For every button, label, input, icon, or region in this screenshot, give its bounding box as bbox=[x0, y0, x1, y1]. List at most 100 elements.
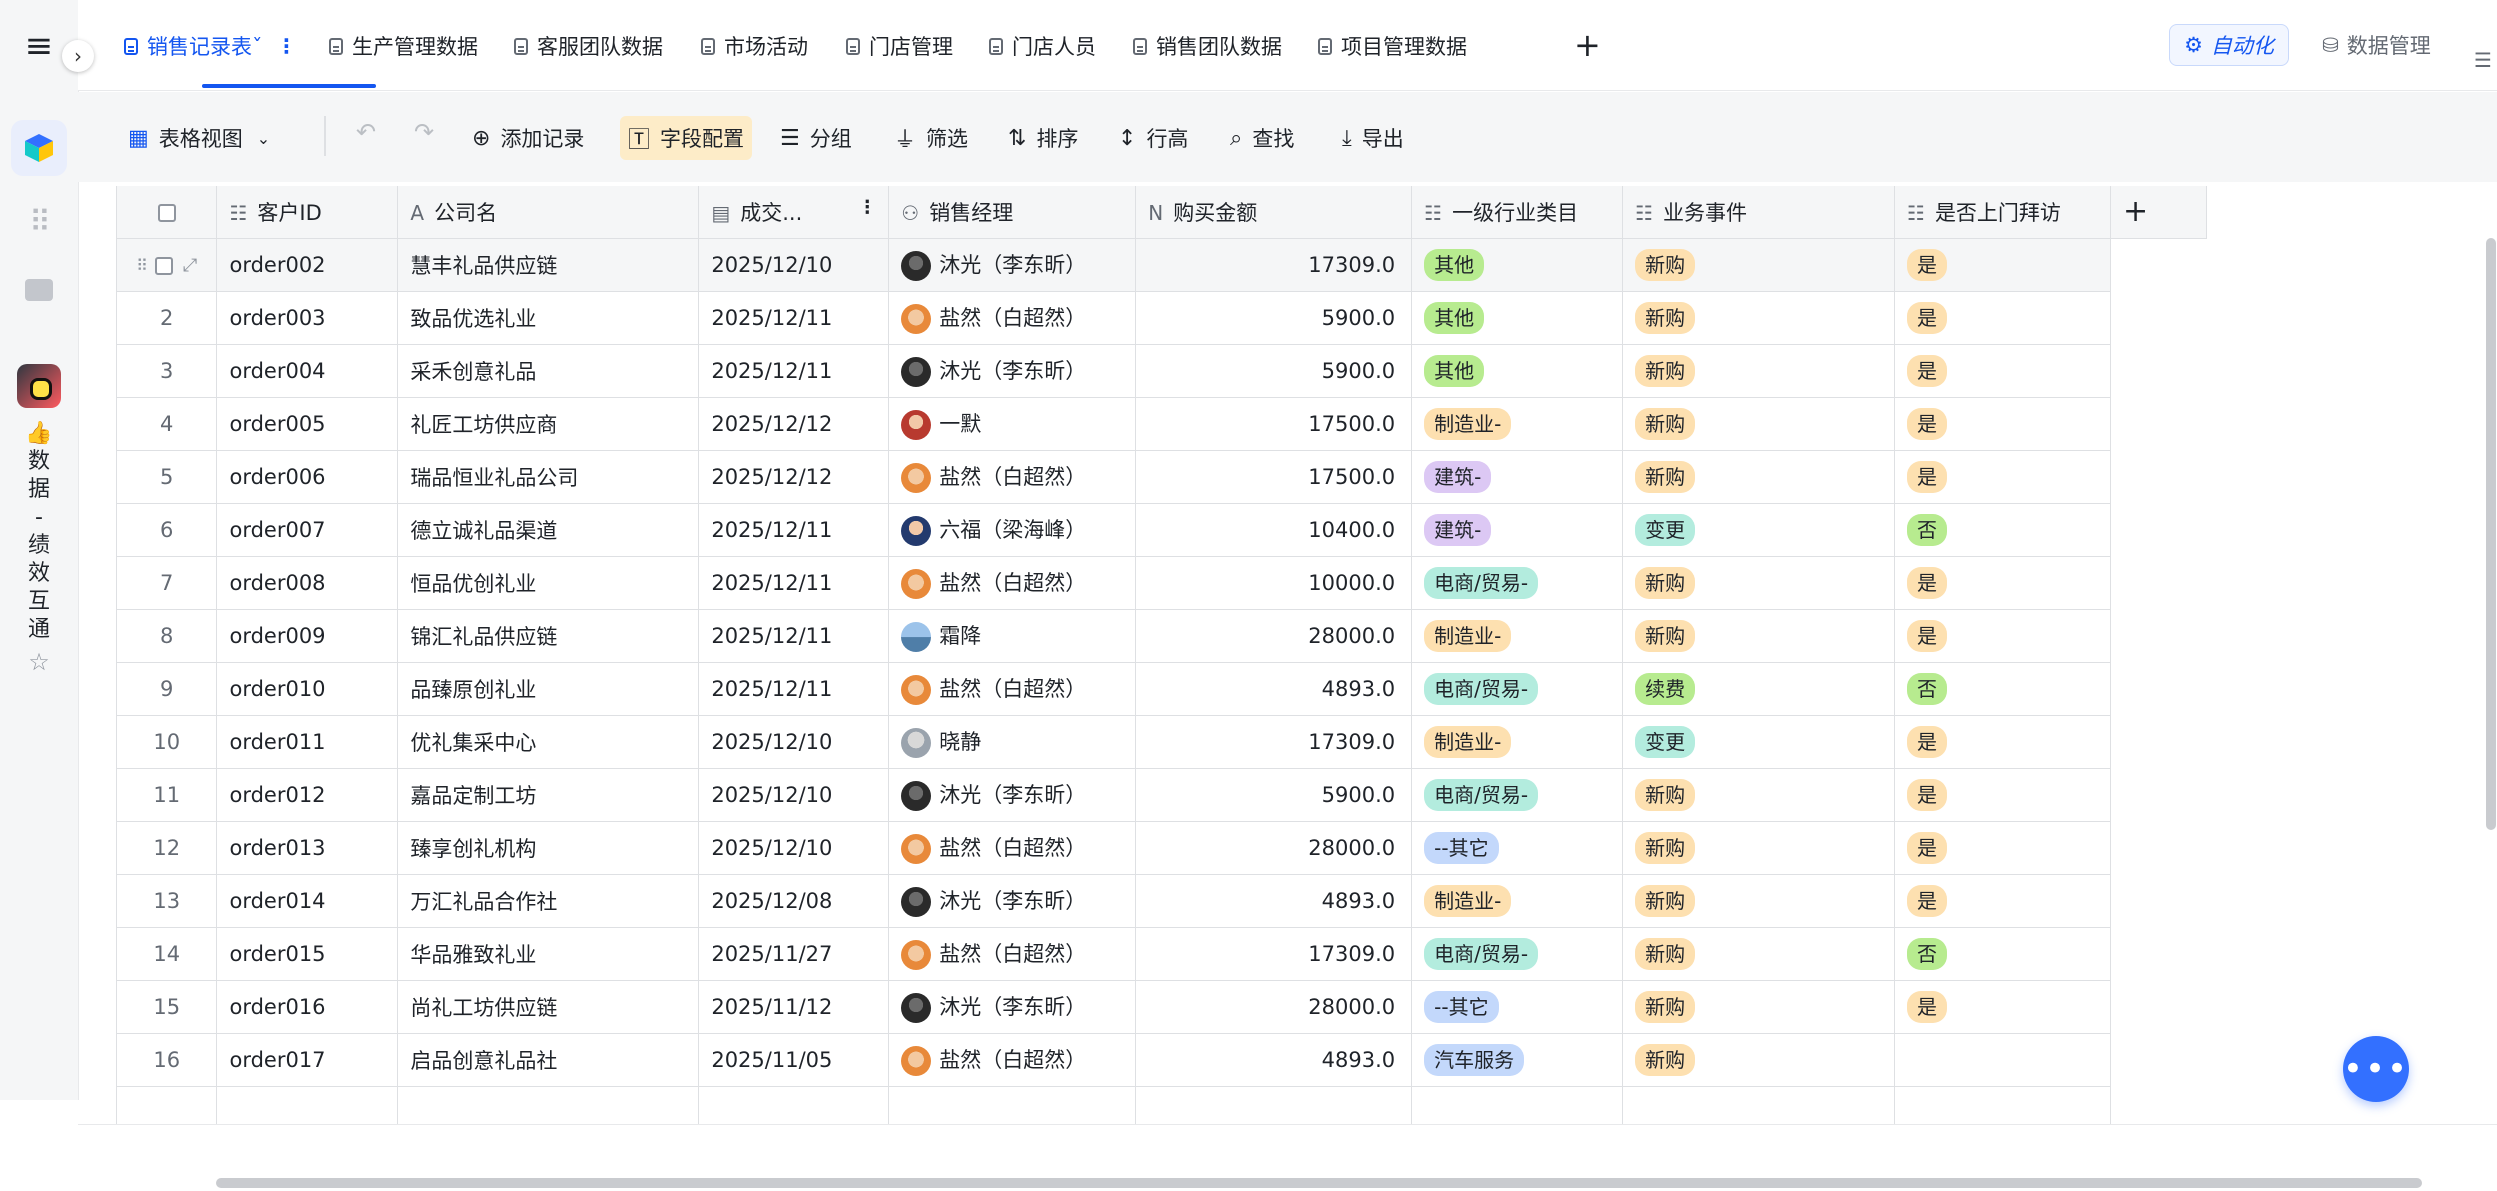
cell-business-event[interactable]: 新购 bbox=[1622, 238, 1895, 292]
row-number[interactable]: 15 bbox=[117, 980, 218, 1034]
cell-onsite-visit[interactable]: 是 bbox=[1894, 980, 2111, 1034]
cell-deal-date[interactable]: 2025/12/11 bbox=[698, 662, 890, 716]
column-header-onsite-visit[interactable]: ☷ 是否上门拜访 bbox=[1894, 186, 2111, 239]
cell-deal-date[interactable]: 2025/12/10 bbox=[698, 238, 890, 292]
cell-business-event[interactable]: 新购 bbox=[1622, 927, 1895, 981]
column-header-amount[interactable]: N 购买金额 bbox=[1135, 186, 1413, 239]
tab-marketing[interactable]: 市场活动 bbox=[701, 28, 808, 64]
cell-amount[interactable]: 28000.0 bbox=[1135, 609, 1413, 663]
data-management-button[interactable]: ⛁ 数据管理 bbox=[2322, 30, 2431, 60]
cell-sales-manager[interactable]: 盐然（白超然） bbox=[888, 1033, 1137, 1087]
cell-onsite-visit[interactable]: 是 bbox=[1894, 344, 2111, 398]
cell-business-event[interactable]: 新购 bbox=[1622, 821, 1895, 875]
cell-deal-date[interactable]: 2025/12/10 bbox=[698, 768, 890, 822]
table-row-partial[interactable] bbox=[117, 1086, 2207, 1126]
cell-business-event[interactable] bbox=[1622, 1086, 1895, 1126]
cell-industry[interactable]: 电商/贸易- bbox=[1411, 662, 1624, 716]
cell-industry[interactable]: 其他 bbox=[1411, 291, 1624, 345]
add-record-button[interactable]: ⊕ 添加记录 bbox=[472, 116, 584, 160]
cell-business-event[interactable]: 新购 bbox=[1622, 768, 1895, 822]
table-row[interactable]: 9 order010 品臻原创礼业 2025/12/11 盐然（白超然） 4893.0 电商… bbox=[117, 662, 2207, 716]
cell-company[interactable] bbox=[397, 1086, 700, 1126]
cell-business-event[interactable]: 新购 bbox=[1622, 609, 1895, 663]
cell-business-event[interactable]: 新购 bbox=[1622, 1033, 1895, 1087]
cell-onsite-visit[interactable]: 是 bbox=[1894, 874, 2111, 928]
cell-sales-manager[interactable]: 沐光（李东昕） bbox=[888, 344, 1137, 398]
tab-store-management[interactable]: 门店管理 bbox=[846, 28, 953, 64]
cell-amount[interactable]: 5900.0 bbox=[1135, 344, 1413, 398]
tab-project-management[interactable]: 项目管理数据 bbox=[1318, 28, 1467, 64]
cell-company[interactable]: 慧丰礼品供应链 bbox=[397, 238, 700, 292]
add-table-plus-icon[interactable]: + bbox=[1574, 26, 1601, 64]
cell-industry[interactable]: 电商/贸易- bbox=[1411, 927, 1624, 981]
automation-button[interactable]: ⚙ 自动化 bbox=[2169, 24, 2289, 66]
cell-customer-id[interactable]: order017 bbox=[216, 1033, 399, 1087]
table-row[interactable]: 12 order013 臻享创礼机构 2025/12/10 盐然（白超然） 28000.0… bbox=[117, 821, 2207, 875]
cell-company[interactable]: 锦汇礼品供应链 bbox=[397, 609, 700, 663]
cell-industry[interactable]: 建筑- bbox=[1411, 450, 1624, 504]
drag-handle-icon[interactable]: ⠿ bbox=[136, 256, 148, 275]
cell-onsite-visit[interactable]: 是 bbox=[1894, 556, 2111, 610]
row-number[interactable]: 8 bbox=[117, 609, 218, 663]
cell-onsite-visit[interactable]: 是 bbox=[1894, 768, 2111, 822]
workspace-cube-icon[interactable] bbox=[0, 120, 78, 176]
cell-deal-date[interactable]: 2025/12/12 bbox=[698, 397, 890, 451]
table-row[interactable]: 11 order012 嘉品定制工坊 2025/12/10 沐光（李东昕） 5900.0 电… bbox=[117, 768, 2207, 822]
table-row[interactable]: 10 order011 优礼集采中心 2025/12/10 晓静 17309.0 制造业- 变… bbox=[117, 715, 2207, 769]
field-config-button[interactable]: 🅃 字段配置 bbox=[620, 116, 753, 160]
table-row[interactable]: 4 order005 礼匠工坊供应商 2025/12/12 一默 17500.0 制造业- 新… bbox=[117, 397, 2207, 451]
expand-sidebar-button[interactable]: › bbox=[62, 40, 94, 72]
cell-company[interactable]: 采禾创意礼品 bbox=[397, 344, 700, 398]
row-number[interactable]: 16 bbox=[117, 1033, 218, 1087]
cell-company[interactable]: 礼匠工坊供应商 bbox=[397, 397, 700, 451]
cell-sales-manager[interactable]: 盐然（白超然） bbox=[888, 662, 1137, 716]
row-checkbox[interactable] bbox=[154, 256, 173, 275]
cell-amount[interactable]: 4893.0 bbox=[1135, 1033, 1413, 1087]
folder-icon[interactable] bbox=[0, 268, 78, 312]
cell-deal-date[interactable]: 2025/12/08 bbox=[698, 874, 890, 928]
row-number[interactable]: 5 bbox=[117, 450, 218, 504]
cell-deal-date[interactable]: 2025/12/11 bbox=[698, 503, 890, 557]
cell-onsite-visit[interactable]: 是 bbox=[1894, 291, 2111, 345]
cell-company[interactable]: 华品雅致礼业 bbox=[397, 927, 700, 981]
row-number[interactable] bbox=[117, 1086, 218, 1126]
cell-amount[interactable]: 5900.0 bbox=[1135, 768, 1413, 822]
more-actions-button[interactable]: ••• bbox=[2343, 1036, 2409, 1102]
cell-company[interactable]: 嘉品定制工坊 bbox=[397, 768, 700, 822]
export-button[interactable]: ⤓ 导出 bbox=[1342, 116, 1404, 160]
row-handle[interactable]: ⠿ ⤢ bbox=[117, 238, 218, 292]
cell-business-event[interactable]: 续费 bbox=[1622, 662, 1895, 716]
cell-customer-id[interactable] bbox=[216, 1086, 399, 1126]
column-header-industry[interactable]: ☷ 一级行业类目 bbox=[1411, 186, 1624, 239]
cell-business-event[interactable]: 新购 bbox=[1622, 556, 1895, 610]
cell-amount[interactable]: 17309.0 bbox=[1135, 715, 1413, 769]
cell-customer-id[interactable]: order004 bbox=[216, 344, 399, 398]
add-column-button[interactable]: + bbox=[2110, 186, 2207, 239]
table-row[interactable]: 8 order009 锦汇礼品供应链 2025/12/11 霜降 28000.0 制造业- 新… bbox=[117, 609, 2207, 663]
cell-business-event[interactable]: 新购 bbox=[1622, 291, 1895, 345]
cell-company[interactable]: 德立诚礼品渠道 bbox=[397, 503, 700, 557]
row-number[interactable]: 9 bbox=[117, 662, 218, 716]
cell-industry[interactable] bbox=[1411, 1086, 1624, 1126]
cell-business-event[interactable]: 新购 bbox=[1622, 397, 1895, 451]
cell-industry[interactable]: 制造业- bbox=[1411, 715, 1624, 769]
column-header-customer-id[interactable]: ☷ 客户ID bbox=[216, 186, 399, 239]
cell-amount[interactable]: 10400.0 bbox=[1135, 503, 1413, 557]
cell-sales-manager[interactable] bbox=[888, 1086, 1137, 1126]
tab-sales-team[interactable]: 销售团队数据 bbox=[1133, 28, 1282, 64]
checkbox[interactable] bbox=[157, 203, 176, 222]
cell-amount[interactable] bbox=[1135, 1086, 1413, 1126]
cell-industry[interactable]: 电商/贸易- bbox=[1411, 556, 1624, 610]
cell-deal-date[interactable]: 2025/12/11 bbox=[698, 556, 890, 610]
cell-onsite-visit[interactable]: 否 bbox=[1894, 662, 2111, 716]
cell-company[interactable]: 瑞品恒业礼品公司 bbox=[397, 450, 700, 504]
row-number[interactable]: 7 bbox=[117, 556, 218, 610]
tab-more-icon[interactable]: ⋮ bbox=[277, 34, 297, 58]
cell-amount[interactable]: 10000.0 bbox=[1135, 556, 1413, 610]
cell-industry[interactable]: 制造业- bbox=[1411, 609, 1624, 663]
cell-deal-date[interactable]: 2025/12/11 bbox=[698, 609, 890, 663]
table-row[interactable]: 13 order014 万汇礼品合作社 2025/12/08 沐光（李东昕） 4893.0… bbox=[117, 874, 2207, 928]
cell-industry[interactable]: 建筑- bbox=[1411, 503, 1624, 557]
cell-business-event[interactable]: 新购 bbox=[1622, 344, 1895, 398]
cell-company[interactable]: 恒品优创礼业 bbox=[397, 556, 700, 610]
